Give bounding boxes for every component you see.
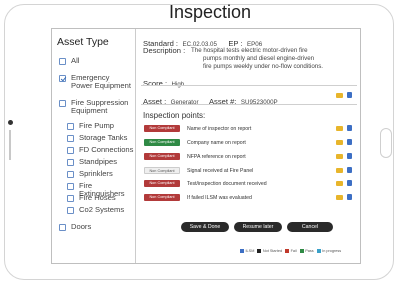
inspection-point-label: NFPA reference on report: [187, 154, 246, 160]
score-row: Score : High: [143, 73, 184, 91]
legend-swatch: [240, 248, 244, 253]
camera-icon[interactable]: [336, 195, 343, 200]
sidebar-item-label: Fire Hoses: [79, 193, 116, 202]
status-legend: ILSM Not Started Fail Pass In progress: [237, 248, 341, 253]
sidebar-item-label: Fire Suppression Equipment: [71, 98, 129, 115]
asset-row: Asset : Generator Asset #: SU9523000P: [143, 91, 278, 109]
sidebar-item-sprinklers[interactable]: Sprinklers: [67, 170, 113, 178]
resume-later-button[interactable]: Resume later: [234, 222, 282, 232]
camera-icon[interactable]: [336, 154, 343, 159]
sidebar-heading: Asset Type: [57, 36, 109, 48]
camera-dot: [8, 120, 13, 125]
document-icon[interactable]: [347, 194, 352, 200]
legend-label: In progress: [322, 248, 342, 253]
asset-type-sidebar: Asset Type All Emergency Power Equipment…: [52, 29, 136, 263]
status-badge[interactable]: Non Compliant: [144, 153, 180, 160]
camera-icon[interactable]: [336, 181, 343, 186]
description-label: Description :: [143, 46, 186, 55]
sidebar-item-label: Storage Tanks: [79, 133, 128, 142]
checkbox[interactable]: [67, 170, 74, 178]
document-icon[interactable]: [347, 139, 352, 145]
page-title: Inspection: [168, 2, 252, 22]
sidebar-item-label: Doors: [71, 222, 92, 231]
status-badge[interactable]: Non Compliant: [144, 180, 180, 187]
sidebar-item-fire-hoses[interactable]: Fire Hoses: [67, 194, 116, 202]
sidebar-item-emergency-power[interactable]: Emergency Power Equipment: [59, 74, 133, 90]
save-done-button[interactable]: Save & Done: [181, 222, 229, 232]
inspection-points-heading: Inspection points:: [143, 111, 206, 120]
sidebar-item-fd-connections[interactable]: FD Connections: [67, 146, 133, 154]
divider: [141, 104, 357, 105]
inspection-point-label: Name of inspector on report: [187, 126, 252, 132]
status-badge[interactable]: Non Compliant: [144, 139, 180, 146]
checkbox[interactable]: [67, 206, 74, 214]
checkbox[interactable]: [67, 146, 74, 154]
status-badge[interactable]: Non Compliant: [144, 194, 180, 201]
document-icon[interactable]: [347, 125, 352, 131]
inspection-detail: Standard : EC.02.03.05 EP : EP06 Descrip…: [137, 29, 361, 263]
legend-swatch: [257, 248, 262, 253]
document-icon[interactable]: [347, 92, 352, 98]
sidebar-item-label: Standpipes: [79, 157, 117, 166]
inspection-point-label: Signal received at Fire Panel: [187, 168, 254, 174]
checkbox-checked[interactable]: [59, 74, 66, 82]
sidebar-item-doors[interactable]: Doors: [59, 223, 91, 231]
camera-icon[interactable]: [336, 140, 343, 145]
legend-label: Not Started: [262, 248, 283, 253]
inspection-point-label: Company name on report: [187, 140, 246, 146]
inspection-point-label: Test/inspection document received: [187, 181, 267, 187]
sidebar-item-label: FD Connections: [79, 145, 134, 154]
sidebar-item-co2-systems[interactable]: Co2 Systems: [67, 206, 124, 214]
checkbox[interactable]: [67, 134, 74, 142]
description-line: fire pumps weekly under no-flow conditio…: [203, 63, 324, 70]
camera-icon[interactable]: [336, 93, 343, 98]
sidebar-item-fire-pump[interactable]: Fire Pump: [67, 122, 114, 130]
checkbox[interactable]: [67, 158, 74, 166]
sidebar-item-label: Emergency Power Equipment: [71, 73, 131, 90]
legend-label: Fail: [290, 248, 297, 253]
checkbox[interactable]: [67, 122, 74, 130]
checkbox[interactable]: [59, 99, 66, 107]
camera-icon[interactable]: [336, 126, 343, 131]
cancel-button[interactable]: Cancel: [287, 222, 333, 232]
inspection-point-label: If failed ILSM was evaluated: [187, 195, 252, 201]
description-line: The hospital tests electric motor-driven…: [191, 47, 308, 54]
description-text: The hospital tests electric motor-driven…: [191, 47, 323, 71]
camera-icon[interactable]: [336, 168, 343, 173]
legend-swatch: [299, 248, 304, 253]
checkbox[interactable]: [67, 194, 74, 202]
home-button[interactable]: [380, 128, 392, 158]
sidebar-item-all[interactable]: All: [59, 57, 133, 65]
sidebar-item-fire-suppression[interactable]: Fire Suppression Equipment: [59, 99, 133, 115]
document-icon[interactable]: [347, 153, 352, 159]
sidebar-item-label: All: [71, 56, 80, 65]
checkbox[interactable]: [67, 182, 74, 190]
legend-swatch: [285, 248, 290, 253]
legend-label: Pass: [305, 248, 314, 253]
sidebar-item-standpipes[interactable]: Standpipes: [67, 158, 117, 166]
status-badge[interactable]: Non Compliant: [144, 125, 180, 132]
checkbox[interactable]: [59, 223, 66, 231]
sidebar-item-label: Co2 Systems: [79, 205, 125, 214]
document-icon[interactable]: [347, 167, 352, 173]
legend-swatch: [316, 248, 321, 253]
score-label: Score :: [143, 79, 168, 88]
document-icon[interactable]: [347, 180, 352, 186]
checkbox[interactable]: [59, 57, 66, 65]
inspection-panel: Asset Type All Emergency Power Equipment…: [51, 28, 361, 264]
legend-label: ILSM: [245, 248, 255, 253]
sidebar-item-storage-tanks[interactable]: Storage Tanks: [67, 134, 127, 142]
description-line: pumps monthly and diesel engine-driven: [203, 55, 315, 62]
divider: [141, 85, 357, 86]
side-button: [9, 130, 11, 160]
sidebar-item-label: Fire Pump: [79, 121, 115, 130]
sidebar-item-label: Sprinklers: [79, 169, 113, 178]
status-badge[interactable]: Non Compliant: [144, 167, 180, 174]
